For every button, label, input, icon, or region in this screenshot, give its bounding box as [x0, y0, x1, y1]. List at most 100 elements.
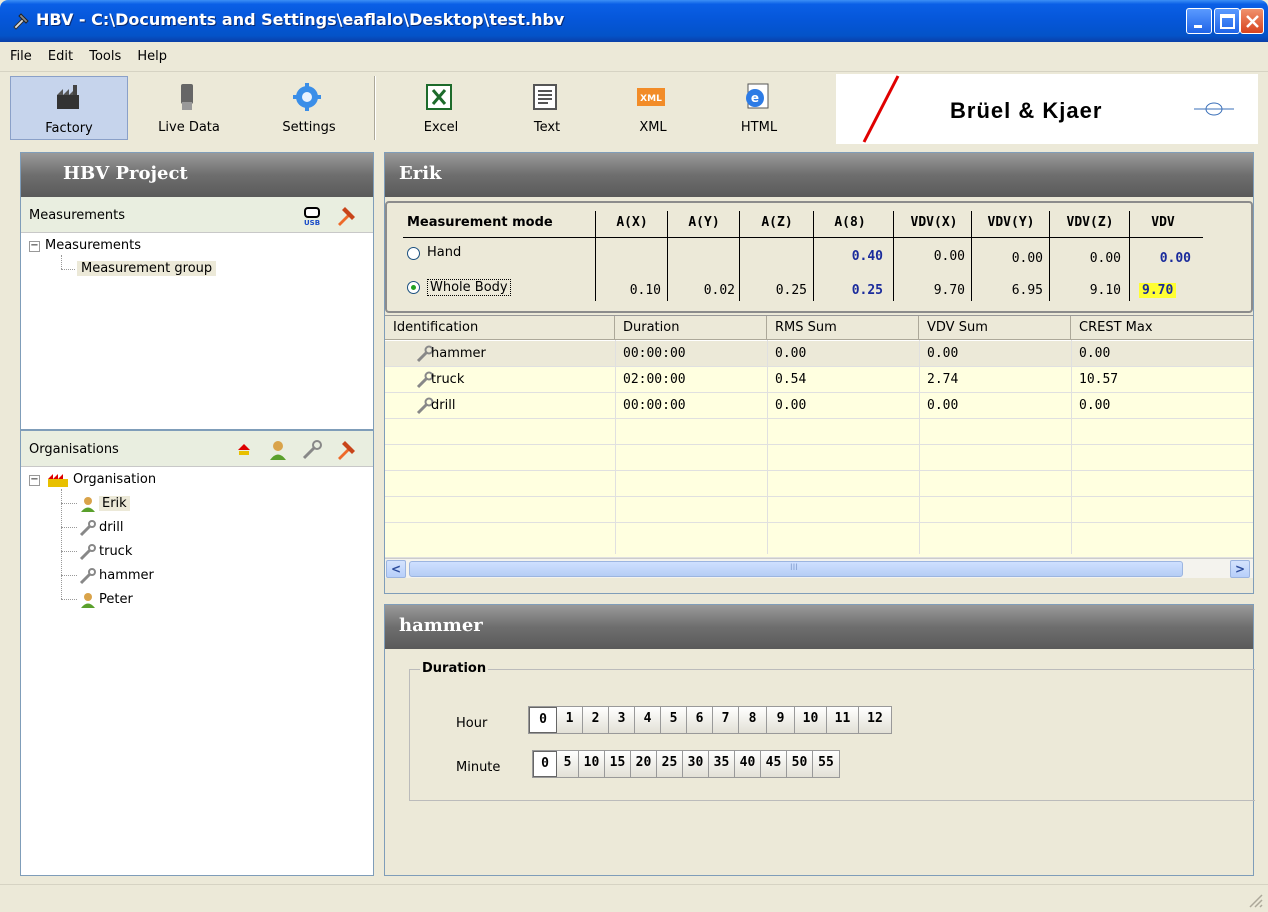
table-row[interactable]: truck 02:00:00 0.54 2.74 10.57 [385, 367, 1253, 393]
add-person-icon[interactable] [267, 439, 289, 461]
col-az: A(Z) [761, 215, 793, 230]
text-button[interactable]: Text [488, 76, 606, 140]
resize-grip-icon[interactable] [1248, 893, 1264, 909]
cell-duration: 02:00:00 [623, 372, 686, 387]
live-data-icon [181, 84, 193, 110]
wrench-icon [79, 520, 96, 537]
organisations-bar: Organisations [21, 431, 373, 467]
usb-icon[interactable]: USB [301, 205, 323, 227]
minute-option[interactable]: 20 [631, 751, 657, 777]
cell-vdv-sum: 0.00 [927, 398, 959, 413]
add-organisation-icon[interactable] [233, 439, 255, 461]
live-data-button[interactable]: Live Data [130, 76, 248, 140]
header-rms-sum[interactable]: RMS Sum [767, 316, 919, 340]
table-row[interactable]: hammer 00:00:00 0.00 0.00 0.00 [385, 341, 1253, 367]
whole-body-radio[interactable] [407, 281, 420, 294]
organisations-label: Organisations [29, 442, 119, 457]
header-identification[interactable]: Identification [385, 316, 615, 340]
measurements-bar: Measurements USB [21, 197, 373, 233]
menu-tools[interactable]: Tools [83, 42, 127, 64]
hand-radio[interactable] [407, 247, 420, 260]
text-file-icon [533, 84, 557, 110]
minute-option[interactable]: 10 [579, 751, 605, 777]
empty-row [385, 523, 1253, 558]
menu-edit[interactable]: Edit [42, 42, 79, 64]
header-crest-max[interactable]: CREST Max [1071, 316, 1253, 340]
scroll-grip: III [790, 563, 798, 573]
minute-option[interactable]: 55 [813, 751, 839, 777]
hour-option[interactable]: 10 [795, 707, 827, 733]
minute-option[interactable]: 45 [761, 751, 787, 777]
header-duration[interactable]: Duration [615, 316, 767, 340]
delete-tool-icon[interactable] [335, 439, 357, 461]
minute-option[interactable]: 50 [787, 751, 813, 777]
minute-option[interactable]: 15 [605, 751, 631, 777]
tree-measurement-group[interactable]: Measurement group [77, 261, 217, 276]
title-bar: HBV - C:\Documents and Settings\eaflalo\… [0, 0, 1268, 42]
header-vdv-sum[interactable]: VDV Sum [919, 316, 1071, 340]
hour-option[interactable]: 9 [767, 707, 795, 733]
xml-label: XML [639, 120, 667, 135]
tree-measurements-root[interactable]: Measurements [45, 238, 141, 253]
tree-item-hammer[interactable]: hammer [99, 568, 154, 583]
hand-vdvz: 0.00 [1089, 251, 1121, 266]
minimize-button[interactable] [1186, 8, 1212, 34]
maximize-button[interactable] [1214, 8, 1240, 34]
hour-option[interactable]: 4 [635, 707, 661, 733]
hour-option[interactable]: 8 [739, 707, 767, 733]
expander-minus[interactable]: − [29, 241, 40, 252]
hour-option[interactable]: 5 [661, 707, 687, 733]
hour-option[interactable]: 6 [687, 707, 713, 733]
hour-option[interactable]: 7 [713, 707, 739, 733]
empty-row [385, 497, 1253, 523]
minute-option[interactable]: 25 [657, 751, 683, 777]
hour-option[interactable]: 3 [609, 707, 635, 733]
tree-item-drill[interactable]: drill [99, 520, 123, 535]
excel-button[interactable]: Excel [382, 76, 500, 140]
minute-option[interactable]: 40 [735, 751, 761, 777]
table-row[interactable]: drill 00:00:00 0.00 0.00 0.00 [385, 393, 1253, 419]
factory-button[interactable]: Factory [10, 76, 128, 140]
col-vdvz: VDV(Z) [1066, 215, 1114, 230]
person-panel: Erik Measurement mode A(X) A(Y) A(Z) A(8… [384, 152, 1254, 594]
scroll-right-icon[interactable]: > [1230, 560, 1250, 578]
cell-rms-sum: 0.00 [775, 346, 807, 361]
col-a8: A(8) [834, 215, 866, 230]
hand-label[interactable]: Hand [427, 245, 461, 260]
hour-option[interactable]: 11 [827, 707, 859, 733]
horizontal-scrollbar[interactable]: < III > [385, 558, 1253, 578]
hour-option[interactable]: 0 [529, 707, 557, 733]
minute-option[interactable]: 30 [683, 751, 709, 777]
menu-help[interactable]: Help [131, 42, 173, 64]
text-label: Text [533, 120, 561, 135]
duration-group: Duration Hour 0 1 2 3 4 5 6 7 8 9 10 11 … [409, 661, 1255, 801]
tree-item-truck[interactable]: truck [99, 544, 132, 559]
tree-item-peter[interactable]: Peter [99, 592, 133, 607]
xml-button[interactable]: XML XML [594, 76, 712, 140]
wb-vdv-highlight: 9.70 [1139, 283, 1177, 298]
cell-identification: drill [431, 398, 456, 413]
tree-item-erik[interactable]: Erik [99, 496, 130, 511]
whole-body-label[interactable]: Whole Body [427, 279, 511, 296]
expander-minus[interactable]: − [29, 475, 40, 486]
html-button[interactable]: e HTML [700, 76, 818, 140]
col-vdvy: VDV(Y) [987, 215, 1035, 230]
scroll-thumb[interactable]: III [409, 561, 1183, 577]
html-label: HTML [740, 120, 778, 135]
tree-organisation-root[interactable]: Organisation [73, 472, 156, 487]
hour-option[interactable]: 2 [583, 707, 609, 733]
delete-tool-icon[interactable] [335, 205, 357, 227]
settings-button[interactable]: Settings [250, 76, 368, 140]
menu-file[interactable]: File [4, 42, 38, 64]
minute-option[interactable]: 35 [709, 751, 735, 777]
excel-icon [426, 84, 452, 110]
minute-option[interactable]: 0 [533, 751, 557, 777]
hour-option[interactable]: 12 [859, 707, 891, 733]
hour-option[interactable]: 1 [557, 707, 583, 733]
close-button[interactable] [1240, 8, 1264, 34]
cell-crest-max: 0.00 [1079, 346, 1111, 361]
minute-option[interactable]: 5 [557, 751, 579, 777]
empty-row [385, 471, 1253, 497]
add-tool-icon[interactable] [301, 439, 323, 461]
scroll-left-icon[interactable]: < [386, 560, 406, 578]
